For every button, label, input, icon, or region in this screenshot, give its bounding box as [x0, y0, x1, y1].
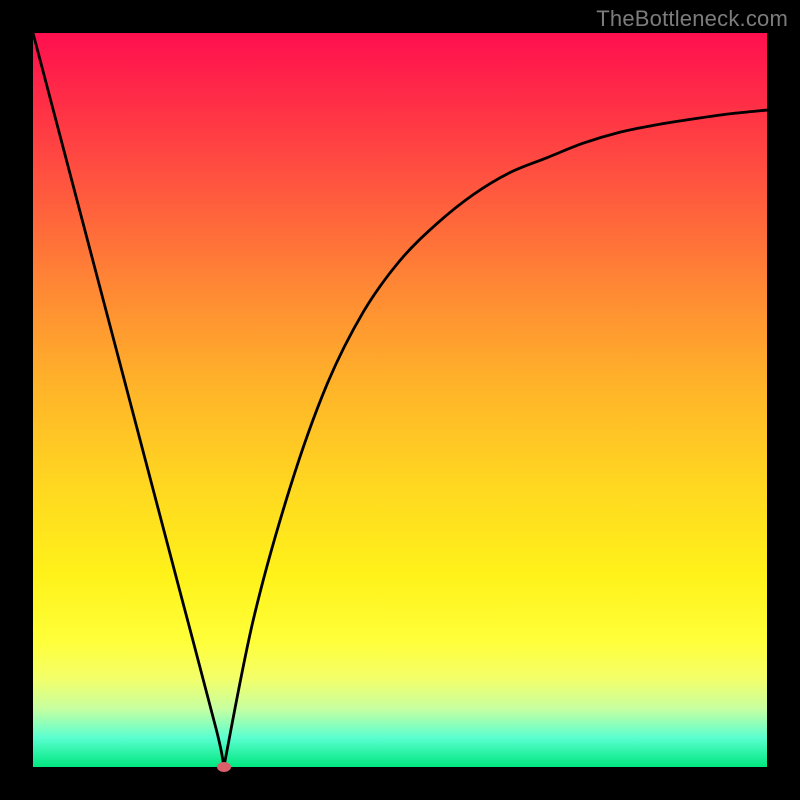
plot-area — [33, 33, 767, 767]
bottleneck-curve — [33, 33, 767, 767]
optimal-point-marker — [217, 762, 231, 772]
chart-frame: TheBottleneck.com — [0, 0, 800, 800]
watermark-text: TheBottleneck.com — [596, 6, 788, 32]
curve-path — [33, 33, 767, 767]
